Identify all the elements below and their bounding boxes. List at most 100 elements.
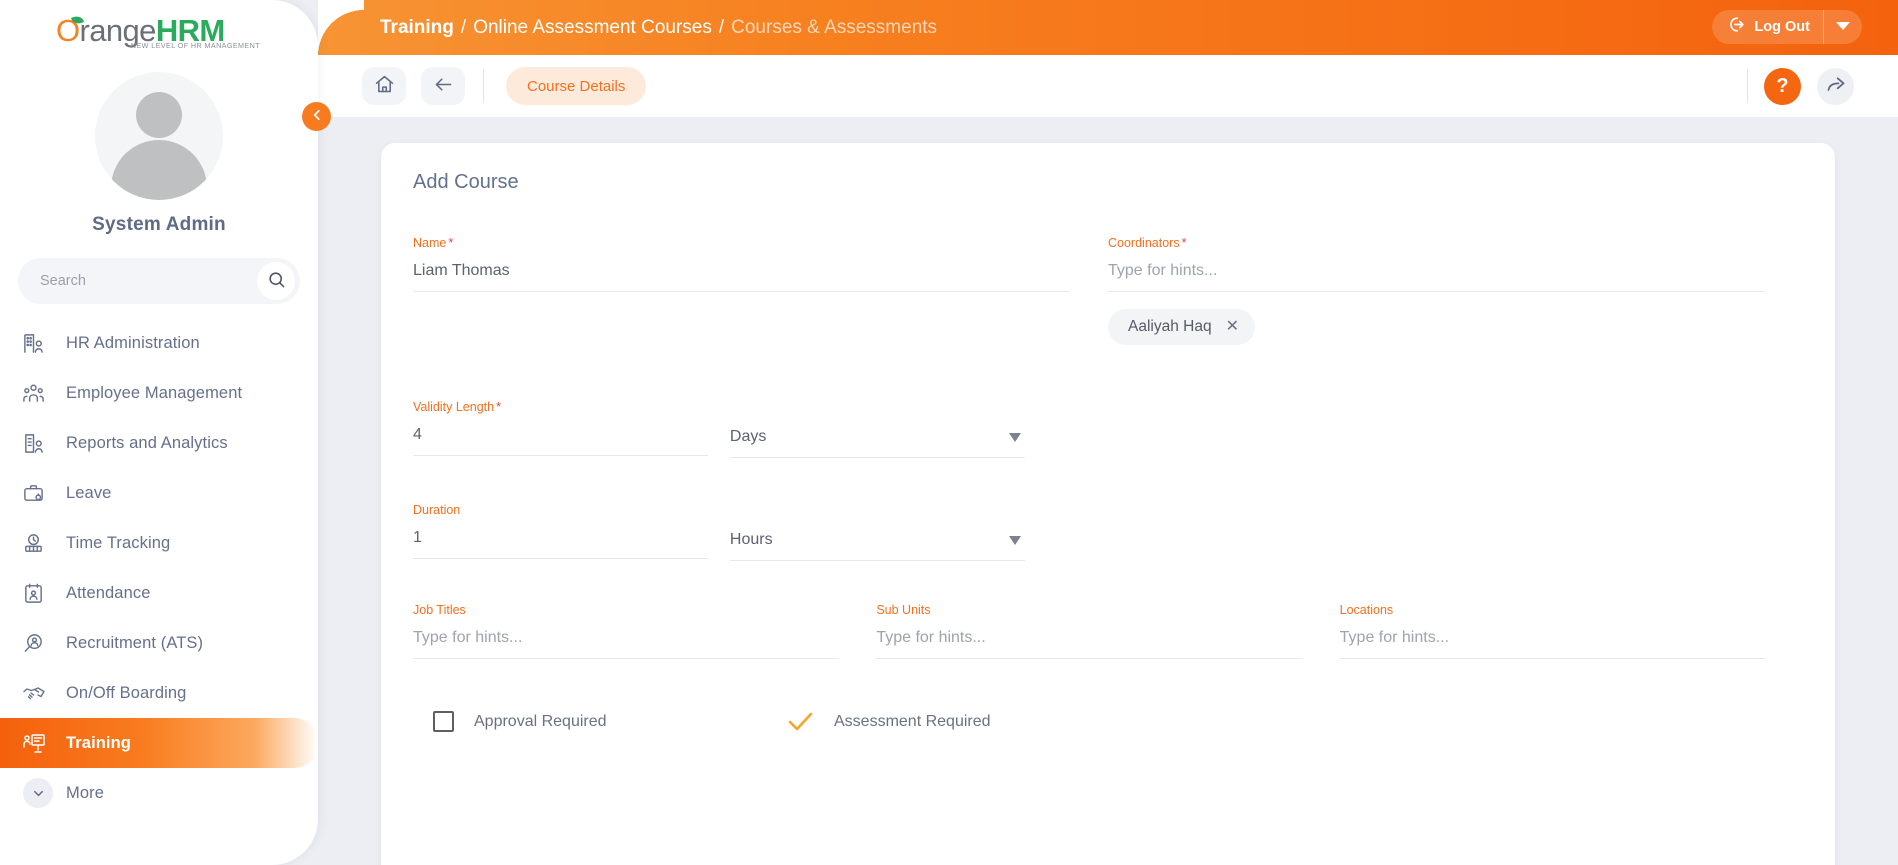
avatar-head: [136, 92, 182, 138]
sidebar-item-on-off-boarding[interactable]: On/Off Boarding: [0, 668, 318, 718]
sidebar-item-label: HR Administration: [66, 333, 200, 352]
assessment-required-label: Assessment Required: [834, 712, 991, 730]
validity-unit-select[interactable]: Days: [729, 426, 1025, 458]
main-content-area: Add Course Name * Liam Thomas Coordinato…: [318, 117, 1898, 865]
validity-length-label: Validity Length *: [413, 400, 708, 414]
back-button[interactable]: [421, 67, 465, 105]
sidebar-item-leave[interactable]: Leave: [0, 468, 318, 518]
coordinator-chip[interactable]: Aaliyah Haq ✕: [1108, 309, 1255, 345]
duration-input[interactable]: [413, 527, 708, 559]
search-icon: [267, 270, 286, 292]
validity-unit-field: Days: [729, 400, 1025, 458]
breadcrumb-level-3: Courses & Assessments: [731, 16, 938, 38]
sidebar-item-hr-administration[interactable]: HR Administration: [0, 318, 318, 368]
sidebar-item-recruitment[interactable]: Recruitment (ATS): [0, 618, 318, 668]
logout-button[interactable]: Log Out: [1712, 10, 1862, 44]
avatar[interactable]: [95, 72, 223, 200]
training-icon: [22, 731, 56, 755]
avatar-wrap: [0, 72, 318, 200]
validity-length-wrap: Validity Length *: [413, 400, 730, 458]
sub-units-wrap: Sub Units: [876, 603, 1339, 659]
search-input[interactable]: [18, 273, 233, 289]
chevron-down-icon: [1008, 535, 1021, 545]
approval-required-group[interactable]: Approval Required: [413, 711, 787, 732]
sidebar-item-label: Attendance: [66, 583, 151, 602]
sidebar-item-label: Employee Management: [66, 383, 243, 402]
user-name: System Admin: [92, 214, 226, 235]
sidebar-collapse-button[interactable]: [302, 102, 331, 131]
tab-course-details[interactable]: Course Details: [506, 67, 647, 105]
validity-unit-wrap: Days: [729, 400, 1047, 458]
name-label: Name *: [413, 236, 1070, 250]
sidebar-item-attendance[interactable]: Attendance: [0, 568, 318, 618]
sidebar-item-label: On/Off Boarding: [66, 683, 187, 702]
locations-input[interactable]: [1339, 627, 1765, 659]
sub-units-field: Sub Units: [876, 603, 1302, 659]
brand-logo[interactable]: OrangeHRM NEW LEVEL OF HR MANAGEMENT: [0, 0, 318, 62]
checkmark-icon[interactable]: [787, 711, 814, 732]
coordinators-input[interactable]: [1108, 260, 1765, 292]
sidebar-item-time-tracking[interactable]: Time Tracking: [0, 518, 318, 568]
coordinators-label: Coordinators *: [1108, 236, 1765, 250]
duration-label: Duration: [413, 503, 708, 517]
form-row-5: Approval Required Assessment Required: [413, 711, 1803, 732]
sub-units-input[interactable]: [876, 627, 1302, 659]
recruitment-icon: [22, 632, 56, 655]
secondary-toolbar: Course Details ?: [318, 55, 1898, 117]
job-titles-field: Job Titles: [413, 603, 839, 659]
employee-management-icon: [22, 382, 56, 405]
duration-unit-select[interactable]: Hours: [729, 529, 1025, 561]
more-icon-wrap: [22, 778, 56, 808]
validity-length-required-asterisk: *: [496, 400, 501, 414]
top-header-bar: Training / Online Assessment Courses / C…: [318, 0, 1898, 55]
logo-graphic: OrangeHRM NEW LEVEL OF HR MANAGEMENT: [54, 14, 264, 58]
assessment-required-group[interactable]: Assessment Required: [787, 711, 991, 732]
job-titles-input[interactable]: [413, 627, 839, 659]
sidebar-item-label: Time Tracking: [66, 533, 171, 552]
duration-label-text: Duration: [413, 503, 461, 517]
validity-length-input[interactable]: [413, 424, 708, 456]
breadcrumb-level-2[interactable]: Online Assessment Courses: [473, 17, 712, 39]
breadcrumb-separator-2: /: [718, 16, 725, 38]
duration-wrap: Duration: [413, 503, 730, 561]
name-field: Name *: [413, 236, 1070, 292]
name-input[interactable]: [413, 260, 1070, 292]
coordinators-field: Coordinators* Aaliyah Haq ✕: [1108, 236, 1765, 345]
sidebar: OrangeHRM NEW LEVEL OF HR MANAGEMENT Sys…: [0, 0, 318, 865]
sidebar-item-label: More: [66, 783, 104, 802]
form-row-1: Name* Coordinators*: [413, 236, 1803, 345]
breadcrumb-level-1[interactable]: Training: [380, 17, 454, 39]
question-mark-icon: ?: [1776, 74, 1789, 97]
sidebar-item-more[interactable]: More: [0, 768, 318, 818]
locations-label: Locations: [1339, 603, 1394, 617]
share-button[interactable]: [1817, 67, 1854, 105]
sidebar-item-training[interactable]: Training: [0, 718, 318, 768]
close-icon[interactable]: ✕: [1226, 319, 1239, 335]
name-label-text: Name: [413, 236, 447, 250]
home-icon: [374, 74, 395, 98]
validity-unit-value: Days: [729, 428, 767, 445]
checkbox-empty-icon[interactable]: [433, 711, 454, 732]
toolbar-divider: [483, 69, 484, 103]
logout-dropdown-toggle[interactable]: [1824, 18, 1862, 36]
logo-tagline: NEW LEVEL OF HR MANAGEMENT: [130, 41, 260, 50]
job-titles-wrap: Job Titles: [413, 603, 876, 659]
breadcrumb: Training / Online Assessment Courses / C…: [380, 17, 937, 39]
sidebar-item-employee-management[interactable]: Employee Management: [0, 368, 318, 418]
job-titles-label: Job Titles: [413, 603, 466, 617]
duration-unit-value: Hours: [729, 531, 773, 548]
form-row-4: Job Titles Sub Units Locations: [413, 603, 1803, 659]
duration-unit-wrap: Hours: [729, 503, 1047, 561]
sidebar-nav: HR Administration Employee Management Re…: [0, 318, 318, 818]
sidebar-item-label: Leave: [66, 483, 112, 502]
help-button[interactable]: ?: [1764, 67, 1801, 105]
search-button[interactable]: [257, 262, 295, 300]
form-row-3: Duration Hours: [413, 503, 1803, 561]
hr-administration-icon: [22, 332, 56, 355]
home-button[interactable]: [362, 67, 406, 105]
logout-main[interactable]: Log Out: [1712, 10, 1824, 44]
arrow-left-icon: [433, 74, 454, 98]
sidebar-item-reports-and-analytics[interactable]: Reports and Analytics: [0, 418, 318, 468]
sub-units-label: Sub Units: [876, 603, 931, 617]
chevron-down-icon: [1008, 432, 1021, 442]
